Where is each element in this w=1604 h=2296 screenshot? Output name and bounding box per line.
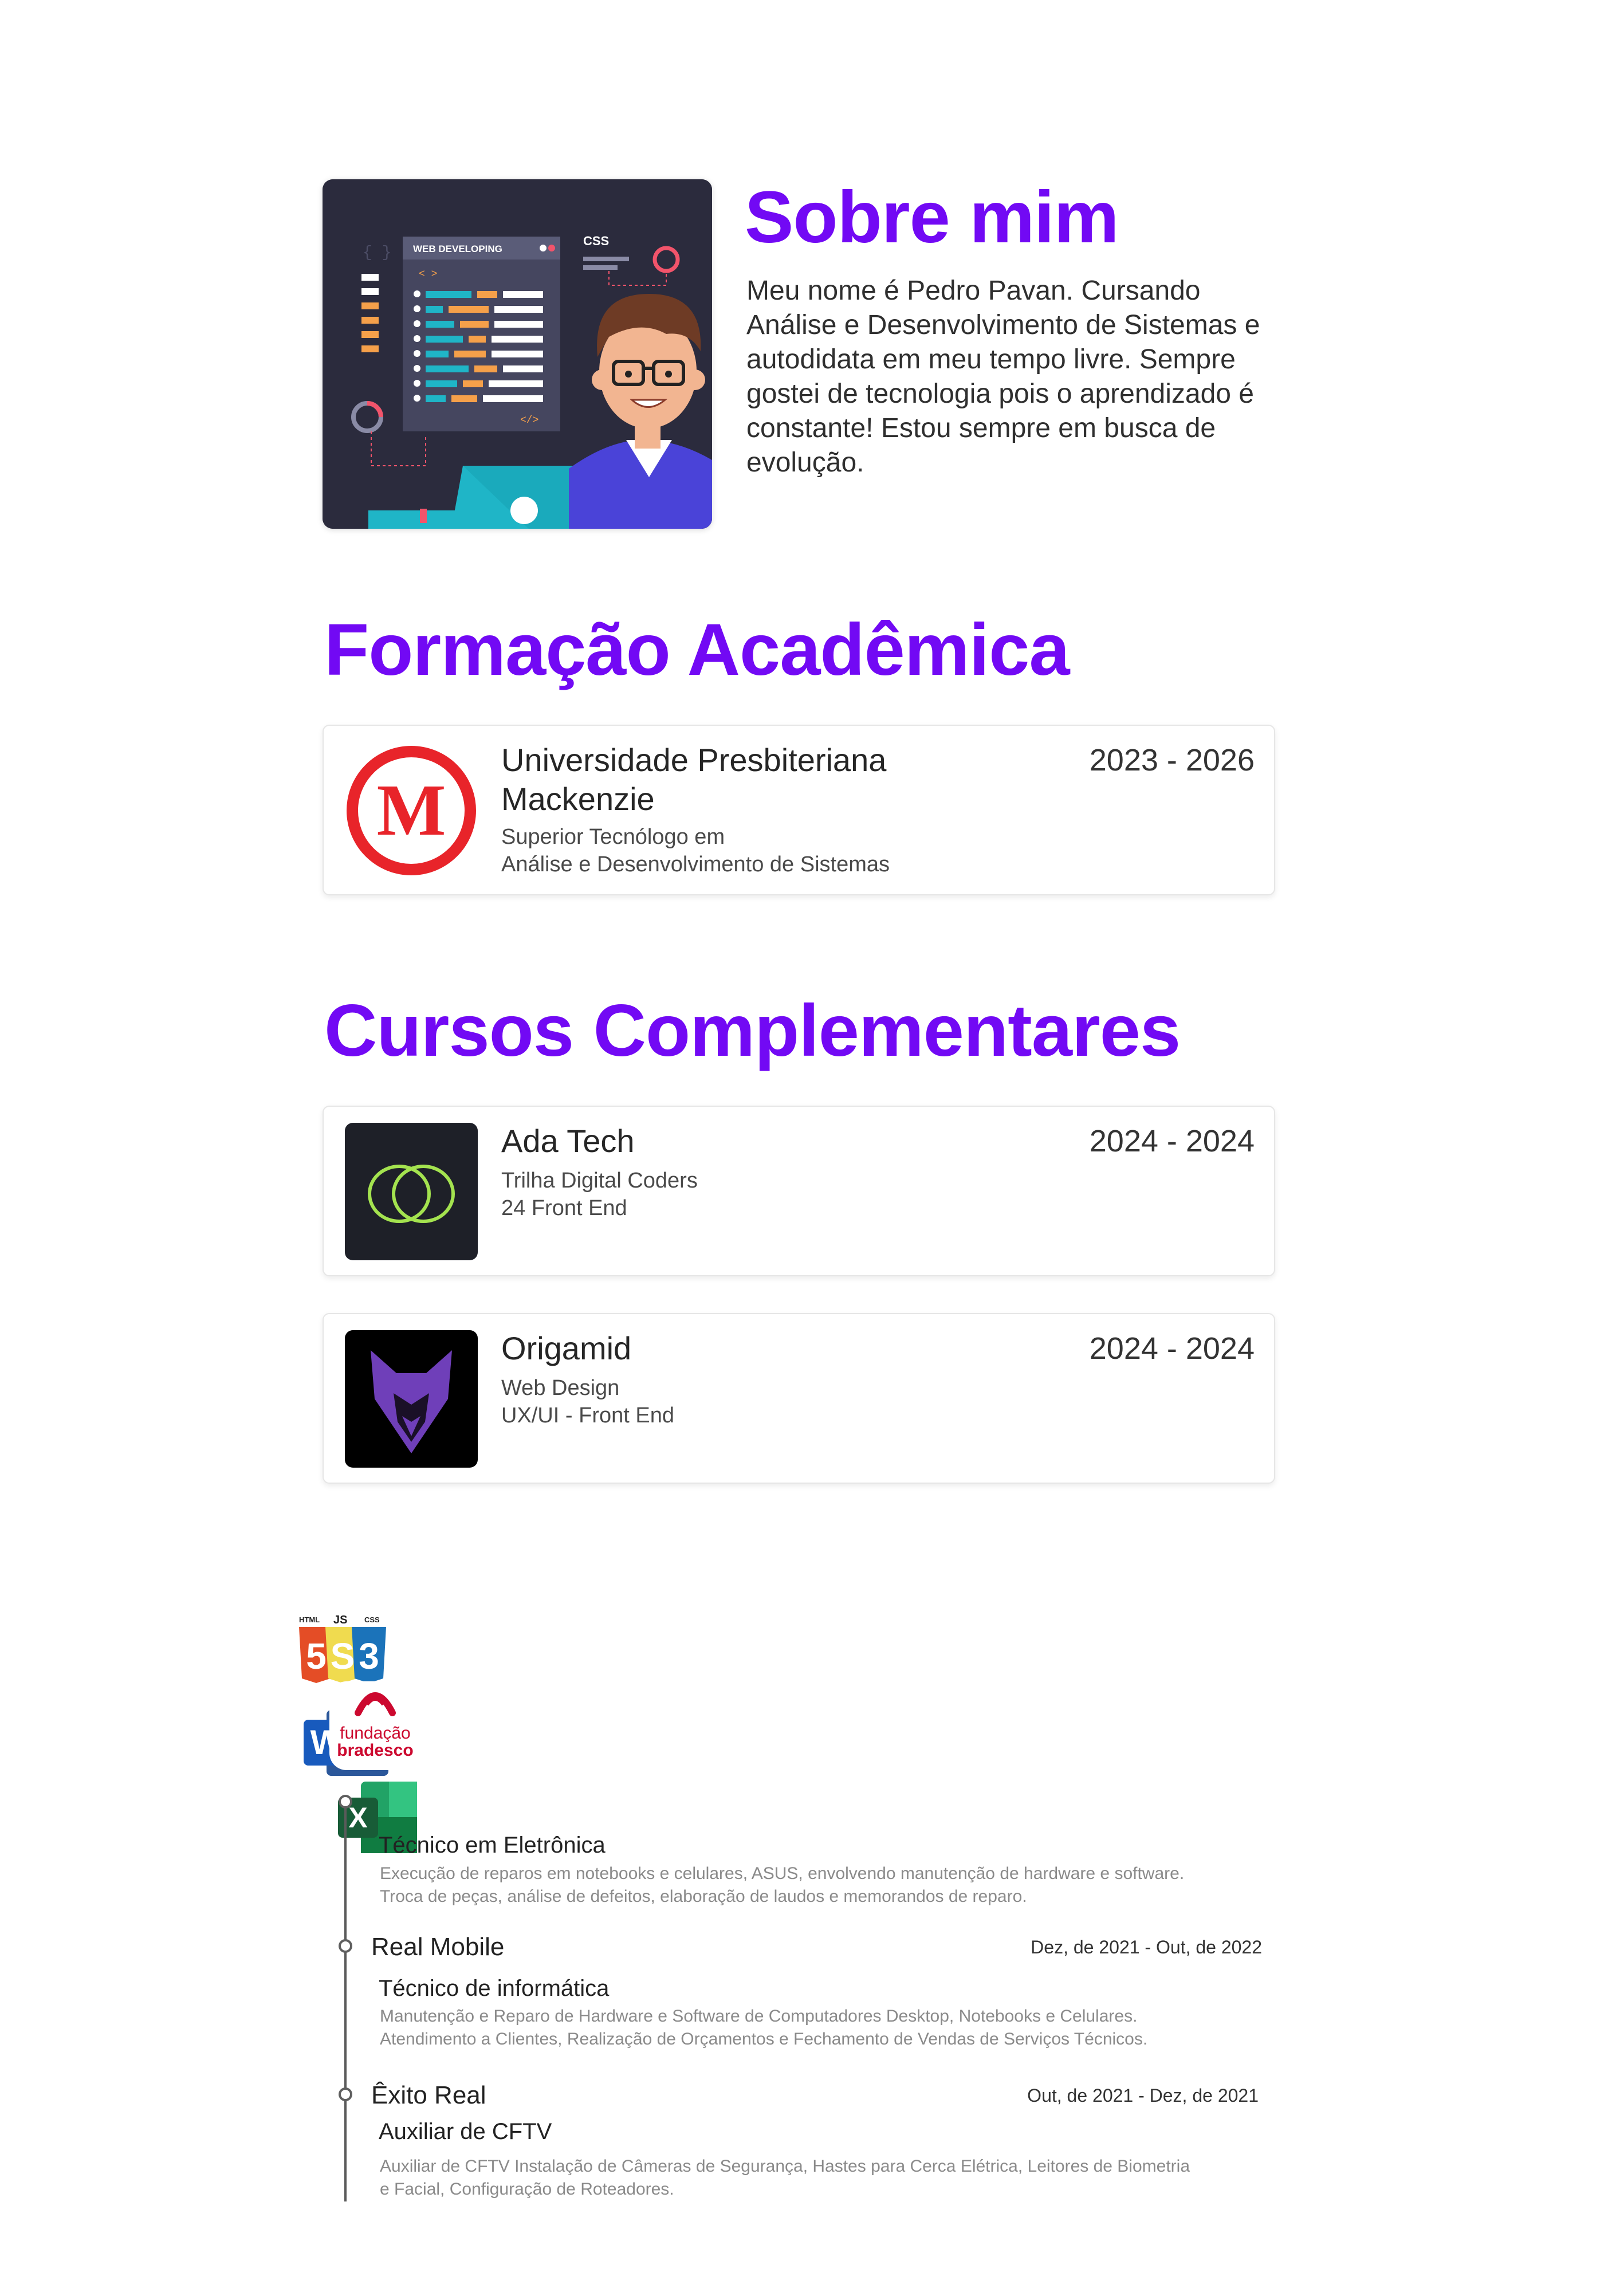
education-name: Universidade Presbiteriana Mackenzie	[501, 742, 887, 817]
timeline-dot	[339, 2087, 352, 2101]
about-text: Meu nome é Pedro Pavan. Cursando Análise…	[746, 276, 1260, 478]
job-desc: e Facial, Configuração de Roteadores.	[380, 2180, 674, 2199]
job-desc: Manutenção e Reparo de Hardware e Softwa…	[380, 2007, 1138, 2026]
web-developer-illustration: WEB DEVELOPING < > </> { } CSS	[323, 179, 712, 529]
course-date: 2024 - 2024	[1089, 1331, 1255, 1366]
mackenzie-logo-icon: M	[345, 742, 478, 879]
cursos-title: Cursos Complementares	[324, 990, 1181, 1072]
ada-tech-logo	[345, 1123, 478, 1260]
job-date: Dez, de 2021 - Out, de 2022	[1031, 1937, 1262, 1957]
braces-decor: { }	[363, 244, 391, 262]
education-course: Análise e Desenvolvimento de Sistemas	[501, 852, 890, 876]
about-illustration: WEB DEVELOPING < > </> { } CSS	[323, 179, 712, 529]
course-card-origamid: Origamid Web Design UX/UI - Front End 20…	[323, 1313, 1275, 1484]
job-desc: Auxiliar de CFTV Instalação de Câmeras d…	[380, 2157, 1190, 2176]
job-desc: Execução de reparos em notebooks e celul…	[380, 1864, 1185, 1883]
course-line1: Trilha Digital Coders	[501, 1169, 698, 1193]
ada-tech-logo-icon	[345, 1123, 478, 1260]
origamid-fox-icon	[345, 1330, 478, 1468]
css-label-text: CSS	[583, 234, 609, 248]
mackenzie-logo: M	[345, 742, 478, 879]
job-desc: Atendimento a Clientes, Realização de Or…	[380, 2030, 1148, 2049]
bradesco-line2: bradesco	[337, 1741, 413, 1760]
svg-text:3: 3	[359, 1635, 379, 1677]
timeline-dot	[339, 1795, 352, 1809]
js-label: JS	[333, 1614, 347, 1626]
education-degree: Superior Tecnólogo em	[501, 825, 725, 849]
job-role: Técnico de informática	[379, 1976, 610, 2001]
excel-letter: X	[348, 1802, 367, 1834]
svg-text:5: 5	[306, 1635, 327, 1677]
svg-text:S: S	[331, 1635, 355, 1677]
course-line1: Web Design	[501, 1376, 620, 1400]
job-company: Êxito Real	[371, 2081, 486, 2109]
course-line2: UX/UI - Front End	[501, 1403, 674, 1428]
timeline-line	[344, 1800, 347, 2201]
course-date: 2024 - 2024	[1089, 1124, 1255, 1158]
code-end-tag-text: </>	[520, 415, 538, 426]
about-title: Sobre mim	[745, 176, 1119, 258]
formacao-title: Formação Acadêmica	[324, 609, 1070, 691]
job-desc: Troca de peças, análise de defeitos, ela…	[380, 1887, 1027, 1906]
origamid-logo	[345, 1330, 478, 1468]
html-label: HTML	[299, 1615, 320, 1624]
course-name: Ada Tech	[501, 1123, 635, 1159]
course-card-ada: Ada Tech Trilha Digital Coders 24 Front …	[323, 1106, 1275, 1276]
timeline-dot	[339, 1939, 352, 1953]
code-tag-text: < >	[419, 269, 437, 280]
job-date: Out, de 2021 - Dez, de 2021	[1027, 2085, 1259, 2106]
html-js-css-icon: HTML JS CSS 5 S 3	[298, 1614, 387, 1689]
window-title-text: WEB DEVELOPING	[413, 243, 502, 254]
job-role: Auxiliar de CFTV	[379, 2119, 552, 2144]
education-card-mackenzie: M Universidade Presbiteriana Mackenzie S…	[323, 725, 1275, 895]
fundacao-bradesco-logo: fundação bradesco	[329, 1681, 421, 1770]
course-name: Origamid	[501, 1330, 632, 1366]
job-role: Técnico em Eletrônica	[379, 1833, 606, 1858]
course-line2: 24 Front End	[501, 1196, 627, 1220]
job-company: Real Mobile	[371, 1933, 505, 1961]
education-date: 2023 - 2026	[1089, 743, 1255, 777]
css-label: CSS	[364, 1615, 380, 1624]
mackenzie-logo-letter: M	[377, 769, 446, 851]
bradesco-line1: fundação	[340, 1724, 410, 1743]
